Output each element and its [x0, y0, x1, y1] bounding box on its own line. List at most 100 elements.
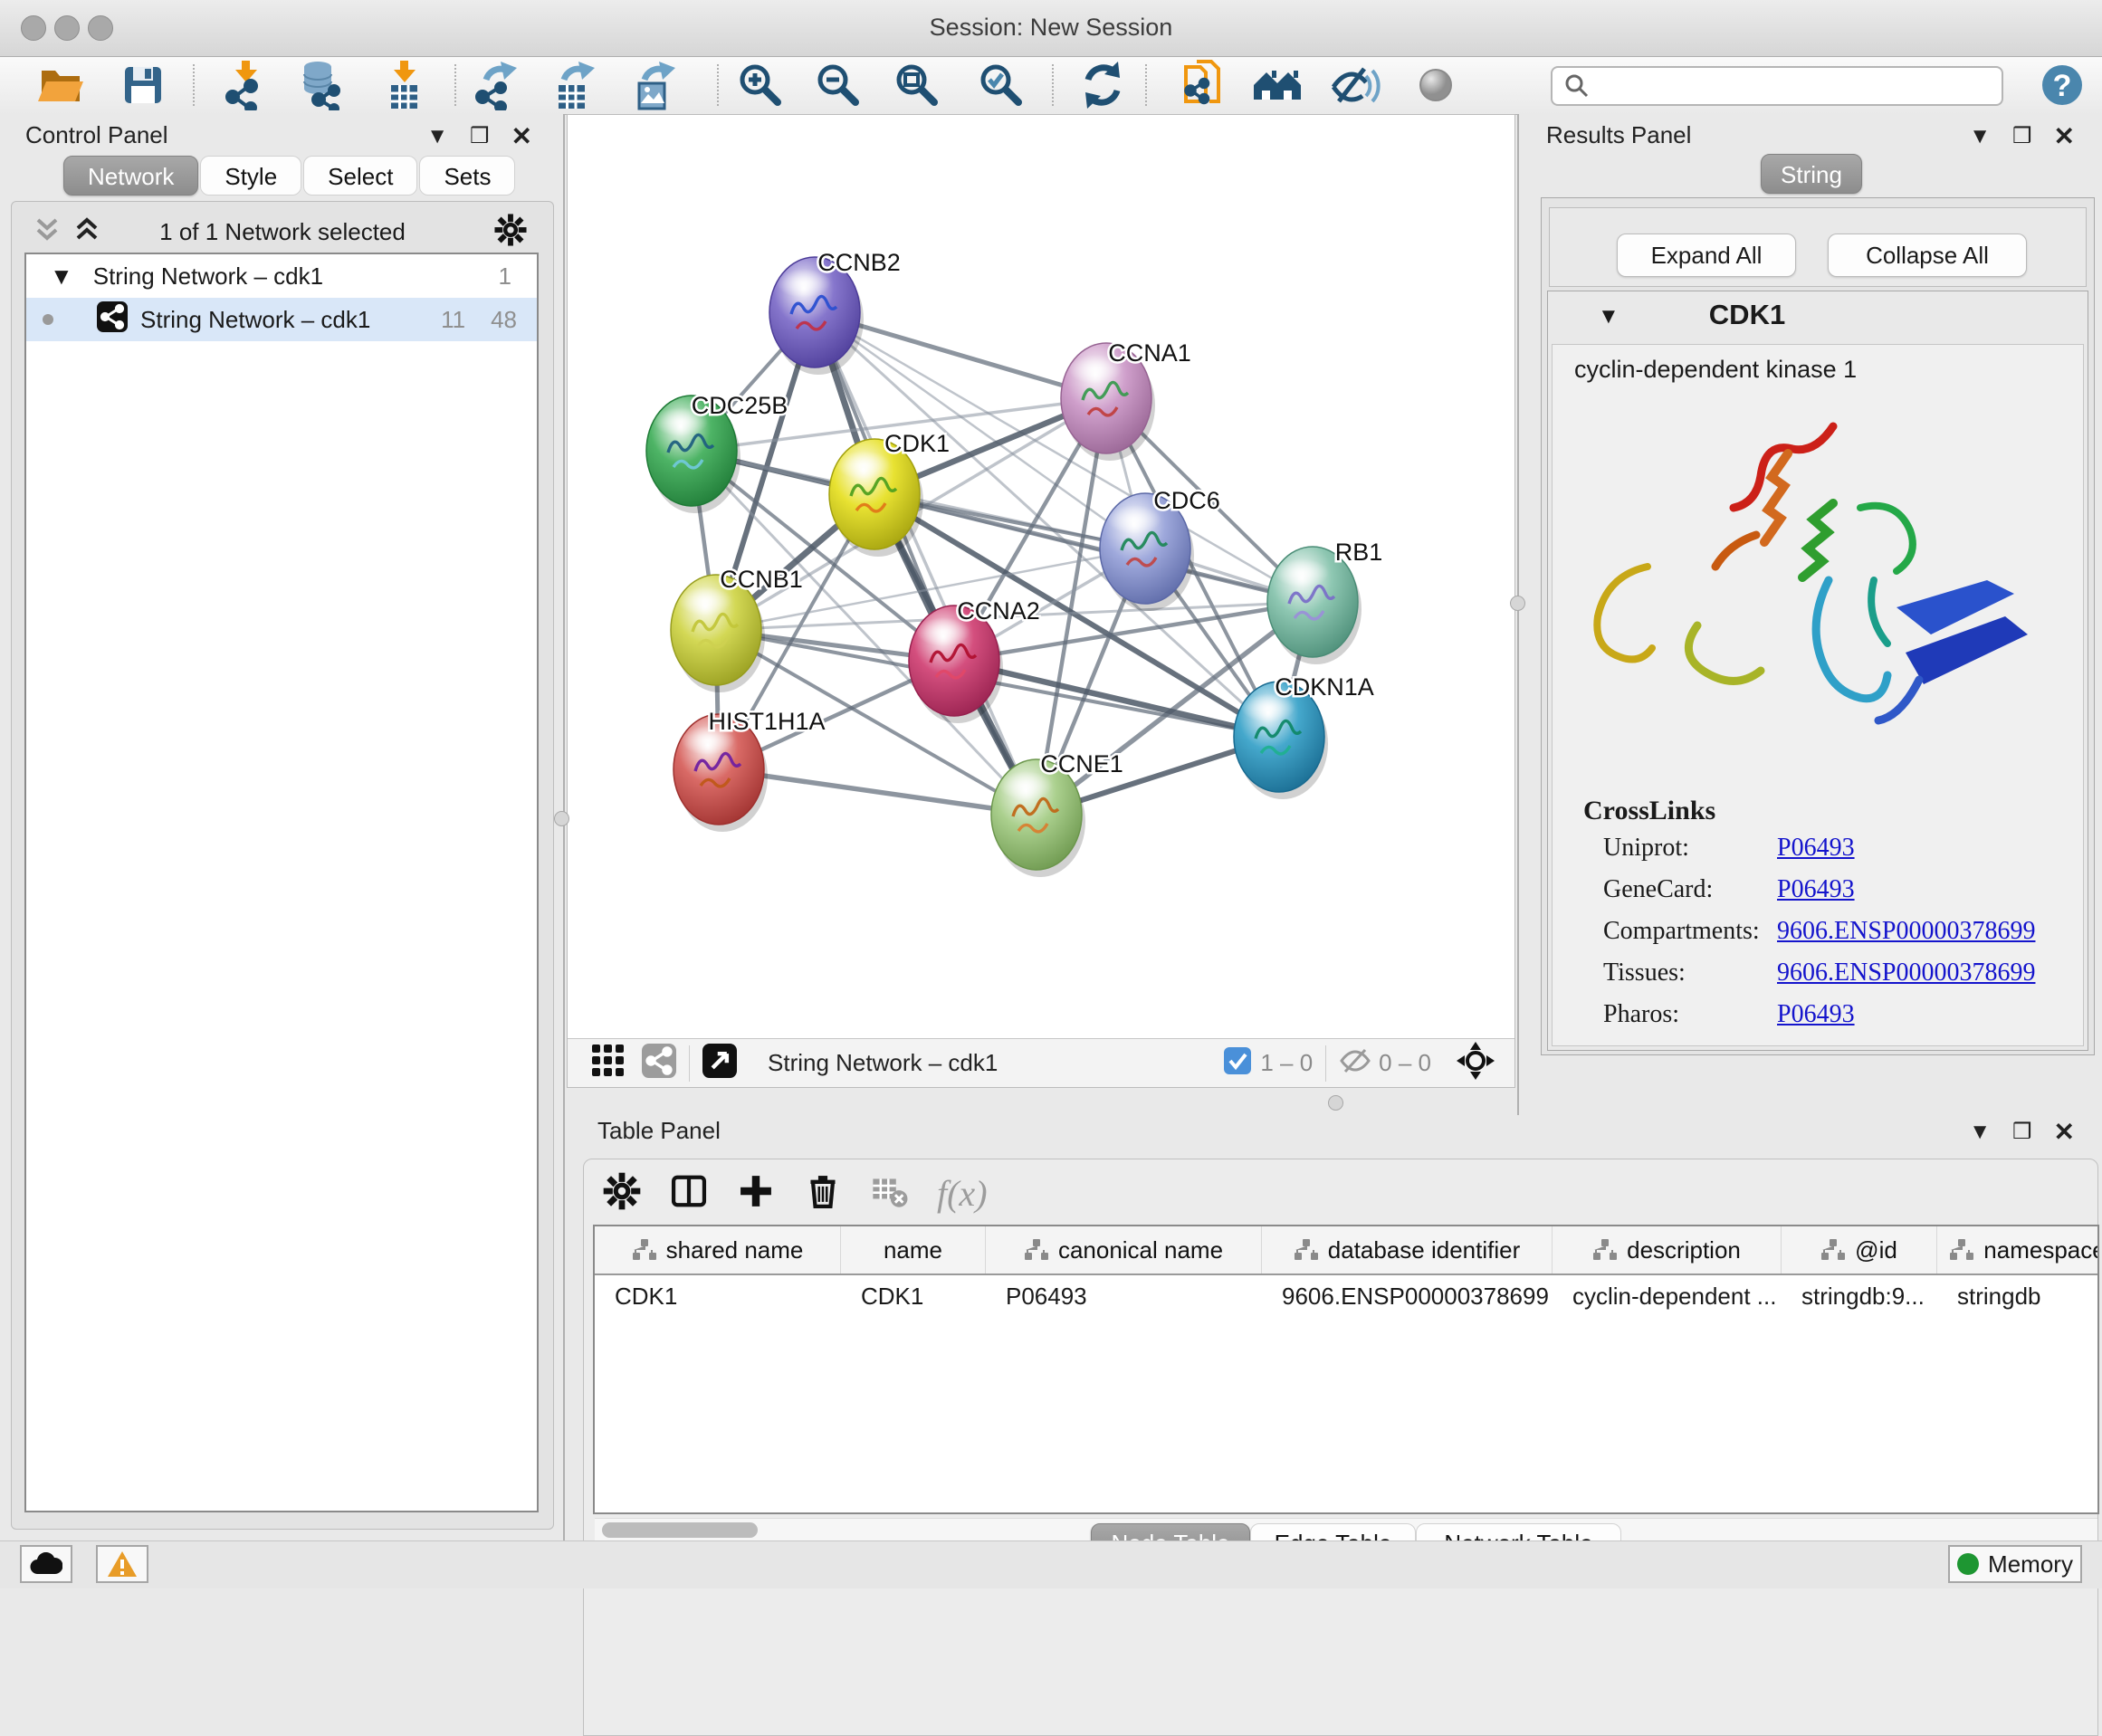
export-image-icon[interactable]	[630, 60, 681, 110]
cell-databaseidentifier[interactable]: 9606.ENSP00000378699	[1262, 1283, 1553, 1311]
hidden-counter: 0 – 0	[1379, 1049, 1431, 1077]
memory-label: Memory	[1988, 1550, 2073, 1579]
export-network-icon[interactable]	[472, 60, 522, 110]
file-share-icon[interactable]	[1179, 60, 1229, 110]
network-view-panel: CCNB2CCNA1CDC25BCDK1CDC6RB1CCNB1CCNA2CDK…	[567, 114, 1515, 1088]
houses-icon[interactable]	[1252, 60, 1303, 110]
tab-select[interactable]: Select	[303, 156, 417, 196]
help-icon[interactable]: ?	[2037, 60, 2088, 110]
sphere-icon[interactable]	[1410, 60, 1461, 110]
cell-description[interactable]: cyclin-dependent ...	[1553, 1283, 1782, 1311]
tab-sets[interactable]: Sets	[419, 156, 515, 196]
table-header-row: shared namenamecanonical namedatabase id…	[595, 1226, 2097, 1275]
open-session-icon[interactable]	[36, 60, 87, 110]
apply-layout-icon[interactable]	[1077, 60, 1128, 110]
open-in-window-icon[interactable]	[702, 1044, 737, 1083]
zoom-out-icon[interactable]	[813, 60, 864, 110]
column-header-name[interactable]: name	[841, 1226, 986, 1273]
node-label-CDK1: CDK1	[884, 430, 950, 457]
crosslink-link[interactable]: 9606.ENSP00000378699	[1777, 917, 2035, 946]
column-header-namespace[interactable]: namespace	[1937, 1226, 2099, 1273]
column-header-sharedname[interactable]: shared name	[595, 1226, 841, 1273]
panel-close-icon[interactable]: ✕	[2054, 1117, 2075, 1147]
zoom-selected-icon[interactable]	[976, 60, 1027, 110]
panel-collapse-icon[interactable]: ▼	[426, 124, 448, 149]
panel-float-icon[interactable]: ❒	[2012, 1119, 2032, 1145]
ribbon-segment	[1871, 580, 1887, 644]
import-network-file-icon[interactable]	[220, 60, 271, 110]
cell-id[interactable]: stringdb:9...	[1782, 1283, 1937, 1311]
network-node-count: 11	[441, 306, 465, 334]
network-collection-row[interactable]: ▼ String Network – cdk1 1	[26, 254, 537, 298]
network-options-gear-icon[interactable]	[493, 213, 528, 252]
crosslink-link[interactable]: P06493	[1777, 875, 1855, 904]
control-panel-title: Control Panel	[25, 121, 168, 149]
collapse-all-button[interactable]: Collapse All	[1828, 234, 2027, 277]
function-builder-icon: f(x)	[937, 1172, 988, 1215]
crosslink-label: GeneCard:	[1603, 875, 1713, 904]
import-table-icon[interactable]	[378, 60, 429, 110]
column-header-description[interactable]: description	[1553, 1226, 1782, 1273]
splitter-knob-right[interactable]	[1510, 596, 1525, 611]
tab-network[interactable]: Network	[63, 156, 198, 196]
node-table: shared namenamecanonical namedatabase id…	[593, 1225, 2099, 1514]
ribbon-segment	[1764, 453, 1788, 542]
tab-string[interactable]: String	[1761, 154, 1862, 194]
add-column-icon[interactable]	[736, 1171, 776, 1216]
import-network-database-icon[interactable]	[296, 60, 347, 110]
zoom-fit-icon[interactable]	[892, 60, 942, 110]
network-edge-CCNB2-CCNE1[interactable]	[815, 312, 1037, 815]
network-badge-icon[interactable]	[642, 1044, 676, 1083]
search-box[interactable]	[1551, 66, 2003, 106]
crosslink-label: Uniprot:	[1603, 834, 1689, 863]
crosslink-link[interactable]: P06493	[1777, 1000, 1855, 1029]
cell-sharedname[interactable]: CDK1	[595, 1283, 841, 1311]
network-label: String Network – cdk1	[140, 306, 370, 334]
delete-column-icon[interactable]	[803, 1171, 843, 1216]
zoom-in-icon[interactable]	[735, 60, 786, 110]
node-label-CCNB2: CCNB2	[817, 249, 901, 276]
tab-style[interactable]: Style	[200, 156, 301, 196]
crosslink-label: Compartments:	[1603, 917, 1760, 946]
fit-crosshair-icon[interactable]	[1457, 1042, 1495, 1084]
search-input[interactable]	[1600, 72, 2002, 100]
memory-status-dot	[1957, 1553, 1979, 1575]
table-hscrollbar-thumb[interactable]	[602, 1522, 758, 1538]
column-header-canonicalname[interactable]: canonical name	[986, 1226, 1262, 1273]
svg-text:?: ?	[2053, 69, 2072, 103]
show-columns-icon[interactable]	[669, 1171, 709, 1216]
crosslink-link[interactable]: 9606.ENSP00000378699	[1777, 959, 2035, 987]
cloud-button[interactable]	[20, 1545, 72, 1583]
table-settings-gear-icon[interactable]	[602, 1171, 642, 1216]
table-row[interactable]: CDK1CDK1P064939606.ENSP00000378699cyclin…	[595, 1275, 2097, 1317]
network-row-selected[interactable]: String Network – cdk1 11 48	[26, 298, 537, 341]
eye-slash-icon[interactable]	[1330, 60, 1381, 110]
warning-button[interactable]	[96, 1545, 148, 1583]
panel-float-icon[interactable]: ❒	[470, 123, 490, 149]
column-header-id[interactable]: @id	[1782, 1226, 1937, 1273]
cell-name[interactable]: CDK1	[841, 1283, 986, 1311]
birdseye-grid-icon[interactable]	[591, 1044, 626, 1083]
panel-float-icon[interactable]: ❒	[2012, 123, 2032, 149]
network-canvas[interactable]: CCNB2CCNA1CDC25BCDK1CDC6RB1CCNB1CCNA2CDK…	[568, 115, 1514, 1038]
expand-all-button[interactable]: Expand All	[1617, 234, 1796, 277]
network-list: ▼ String Network – cdk1 1 String Network…	[24, 253, 539, 1512]
search-icon	[1563, 72, 1591, 100]
section-expander-icon[interactable]: ▼	[1598, 304, 1619, 329]
save-session-icon[interactable]	[118, 60, 168, 110]
selected-checkbox-icon[interactable]	[1224, 1047, 1251, 1079]
splitter-knob-left[interactable]	[554, 811, 569, 826]
tree-expander-icon[interactable]: ▼	[50, 262, 73, 291]
export-table-icon[interactable]	[549, 60, 600, 110]
cell-namespace[interactable]: stringdb	[1937, 1283, 2099, 1311]
panel-close-icon[interactable]: ✕	[2054, 121, 2075, 151]
cell-canonicalname[interactable]: P06493	[986, 1283, 1262, 1311]
table-panel-title: Table Panel	[597, 1117, 721, 1145]
memory-button[interactable]: Memory	[1948, 1545, 2082, 1583]
panel-collapse-icon[interactable]: ▼	[1969, 1120, 1991, 1145]
panel-collapse-icon[interactable]: ▼	[1969, 124, 1991, 149]
crosslink-link[interactable]: P06493	[1777, 834, 1855, 863]
panel-close-icon[interactable]: ✕	[511, 121, 532, 151]
column-header-databaseidentifier[interactable]: database identifier	[1262, 1226, 1553, 1273]
splitter-knob-bottom[interactable]	[1328, 1095, 1343, 1111]
